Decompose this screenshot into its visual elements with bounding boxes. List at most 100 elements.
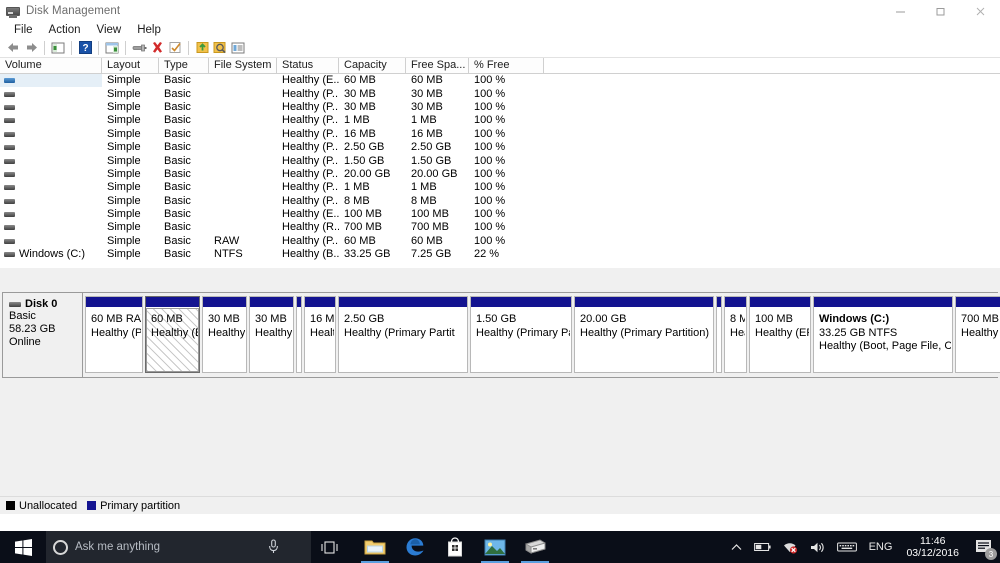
column-header-type[interactable]: Type	[159, 58, 209, 73]
partition-segment[interactable]: 100 MBHealthy (EFI	[749, 296, 811, 373]
partition-size: 2.50 GB	[344, 313, 385, 325]
partition-segment[interactable]: 60 MB Healthy (E	[145, 296, 200, 373]
show-hide-tree-icon[interactable]	[49, 39, 67, 57]
table-row[interactable]: Simple Basic Healthy (P... 16 MB 16 MB 100 %	[0, 128, 1000, 141]
column-header-layout[interactable]: Layout	[102, 58, 159, 73]
window-title: Disk Management	[26, 4, 121, 17]
maximize-button[interactable]	[920, 0, 960, 22]
partition-segment[interactable]: 2.50 GB Healthy (Primary Partit	[338, 296, 468, 373]
toolbar-separator	[44, 40, 45, 55]
cell-layout: Simple	[107, 154, 141, 167]
table-row[interactable]: Simple Basic Healthy (R... 700 MB 700 MB 100 …	[0, 221, 1000, 234]
table-row[interactable]: Simple Basic Healthy (P... 1 MB 1 MB 100 %	[0, 181, 1000, 194]
volume-drive-icon	[4, 117, 15, 124]
table-row[interactable]: Simple Basic RAW Healthy (P... 60 MB 60 MB 100…	[0, 235, 1000, 248]
partition-body: Windows (C:) 33.25 GB NTFS Healthy (Boot, …	[814, 308, 952, 372]
task-view-icon[interactable]	[311, 531, 347, 563]
windows-start-icon[interactable]	[0, 531, 46, 563]
properties-icon[interactable]	[130, 39, 148, 57]
table-row[interactable]: Simple Basic Healthy (P... 30 MB 30 MB 100 %	[0, 101, 1000, 114]
keyboard-icon[interactable]	[831, 531, 863, 563]
microsoft-store-icon[interactable]	[435, 531, 475, 563]
partition-segment[interactable]	[716, 296, 722, 373]
cell-volume	[0, 168, 102, 181]
menu-item-action[interactable]: Action	[41, 22, 89, 38]
close-button[interactable]	[960, 0, 1000, 22]
partition-segment[interactable]: 30 MB Healthy	[249, 296, 294, 373]
export-icon[interactable]	[193, 39, 211, 57]
show-hidden-icons-chevron[interactable]	[725, 531, 748, 563]
cell-layout: Simple	[107, 167, 141, 180]
toolbar-separator	[125, 40, 126, 55]
column-header-free[interactable]: % Free	[469, 58, 544, 73]
table-row[interactable]: Simple Basic Healthy (E... 60 MB 60 MB 100 %	[0, 74, 1000, 88]
cell-volume	[0, 114, 102, 127]
legend-swatch	[6, 501, 15, 510]
menu-item-help[interactable]: Help	[129, 22, 169, 38]
edge-browser-icon[interactable]	[395, 531, 435, 563]
photos-app-icon[interactable]	[475, 531, 515, 563]
microphone-icon[interactable]	[268, 539, 279, 557]
partition-segment[interactable]: 60 MB RAWHealthy (P	[85, 296, 143, 373]
partition-segment[interactable]: 16 MBHealt	[304, 296, 336, 373]
search-input[interactable]: Ask me anything	[46, 531, 311, 563]
column-header-file-system[interactable]: File System	[209, 58, 277, 73]
column-header-volume[interactable]: Volume	[0, 58, 102, 73]
table-row[interactable]: Simple Basic Healthy (E... 100 MB 100 MB 100 …	[0, 208, 1000, 221]
network-error-icon[interactable]	[777, 531, 804, 563]
menu-item-view[interactable]: View	[89, 22, 130, 38]
forward-icon[interactable]	[22, 39, 40, 57]
cell-free-spa: 60 MB	[411, 74, 443, 87]
delete-icon[interactable]	[148, 39, 166, 57]
table-row[interactable]: Simple Basic Healthy (P... 2.50 GB 2.50 GB 10…	[0, 141, 1000, 154]
partition-map: 60 MB RAWHealthy (P60 MBHealthy (E30 MBH…	[83, 293, 1000, 377]
partition-segment[interactable]: 30 MB Healthy	[202, 296, 247, 373]
disk-management-icon[interactable]	[515, 531, 555, 563]
disk-info-panel[interactable]: Disk 0 Basic 58.23 GB Online	[3, 293, 83, 377]
disk-row-disk0[interactable]: Disk 0 Basic 58.23 GB Online 60 MB RAWHe…	[2, 292, 1000, 378]
partition-segment[interactable]: 20.00 GB Healthy (Primary Partition)	[574, 296, 714, 373]
file-explorer-icon[interactable]	[355, 531, 395, 563]
speaker-icon[interactable]	[804, 531, 831, 563]
table-row[interactable]: Simple Basic Healthy (P... 1.50 GB 1.50 GB 10…	[0, 154, 1000, 167]
cell-free-spa: 2.50 GB	[411, 141, 452, 154]
cell-type: Basic	[164, 181, 191, 194]
partition-segment[interactable]: Windows (C:) 33.25 GB NTFS Healthy (Boot, …	[813, 296, 953, 373]
partition-segment[interactable]: 1.50 GB Healthy (Primary Par	[470, 296, 572, 373]
cell-capacity: 20.00 GB	[344, 167, 391, 180]
cell-status: Healthy (R...	[282, 221, 339, 234]
disk-name: Disk 0	[25, 298, 58, 310]
help-icon[interactable]: ?	[76, 39, 94, 57]
list-icon[interactable]	[229, 39, 247, 57]
show-hide-action-pane-icon[interactable]	[103, 39, 121, 57]
partition-segment[interactable]: 8 MHea	[724, 296, 747, 373]
menu-item-file[interactable]: File	[6, 22, 41, 38]
table-row[interactable]: Windows (C:) Simple Basic NTFS Healthy (B...…	[0, 248, 1000, 261]
cell-volume	[0, 155, 102, 168]
partition-segment[interactable]: 700 MBHealthy (Recovery P	[955, 296, 1000, 373]
cell-type: Basic	[164, 87, 191, 100]
taskbar-apps	[355, 531, 555, 563]
table-row[interactable]: Simple Basic Healthy (P... 20.00 GB 20.00 GB…	[0, 168, 1000, 181]
battery-icon[interactable]	[748, 531, 777, 563]
table-row[interactable]: Simple Basic Healthy (P... 8 MB 8 MB 100 %	[0, 195, 1000, 208]
column-header-status[interactable]: Status	[277, 58, 339, 73]
cell-layout: Simple	[107, 114, 141, 127]
cell-layout: Simple	[107, 181, 141, 194]
clock[interactable]: 11:46 03/12/2016	[898, 535, 967, 559]
check-icon[interactable]	[166, 39, 184, 57]
scan-icon[interactable]	[211, 39, 229, 57]
minimize-button[interactable]	[880, 0, 920, 22]
partition-segment[interactable]	[296, 296, 302, 373]
table-row[interactable]: Simple Basic Healthy (P... 1 MB 1 MB 100 %	[0, 114, 1000, 127]
table-row[interactable]: Simple Basic Healthy (P... 30 MB 30 MB 100 %	[0, 87, 1000, 100]
partition-status: Healthy	[255, 326, 293, 339]
action-center-icon[interactable]: 3	[967, 531, 1000, 563]
column-header-free-spa[interactable]: Free Spa...	[406, 58, 469, 73]
title-bar: Disk Management	[0, 0, 1000, 22]
cell-capacity: 2.50 GB	[344, 141, 385, 154]
cell-layout: Simple	[107, 74, 141, 87]
language-indicator[interactable]: ENG	[863, 531, 899, 563]
column-header-capacity[interactable]: Capacity	[339, 58, 406, 73]
back-icon[interactable]	[4, 39, 22, 57]
